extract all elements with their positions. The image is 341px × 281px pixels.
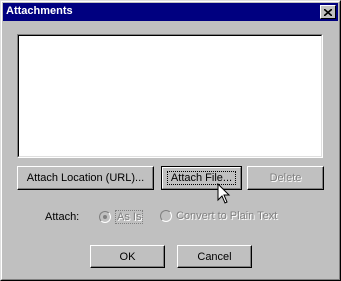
convert-label: Convert to Plain Text bbox=[176, 210, 278, 222]
dialog-title: Attachments bbox=[6, 5, 73, 17]
close-icon bbox=[324, 8, 332, 16]
as-is-label: As Is bbox=[115, 210, 144, 224]
as-is-radio[interactable]: As Is bbox=[99, 210, 144, 224]
convert-radio-circle[interactable] bbox=[160, 210, 172, 222]
radio-selected-dot bbox=[103, 215, 107, 219]
delete-label: Delete bbox=[269, 172, 302, 184]
as-is-radio-circle[interactable] bbox=[99, 211, 111, 223]
ok-label: OK bbox=[119, 250, 136, 263]
attachments-list[interactable] bbox=[17, 34, 323, 158]
cancel-button[interactable]: Cancel bbox=[177, 245, 252, 268]
title-bar[interactable]: Attachments bbox=[3, 3, 338, 21]
mouse-pointer-icon bbox=[217, 183, 231, 204]
close-button[interactable] bbox=[320, 5, 336, 19]
convert-plain-text-radio[interactable]: Convert to Plain Text bbox=[160, 210, 277, 222]
attach-location-label: Attach Location (URL)... bbox=[26, 172, 145, 184]
attachments-list-frame bbox=[18, 35, 322, 157]
delete-button[interactable]: Delete bbox=[247, 166, 324, 190]
attach-option-label: Attach: bbox=[45, 211, 80, 223]
ok-button[interactable]: OK bbox=[90, 245, 165, 268]
cancel-label: Cancel bbox=[197, 250, 232, 263]
attach-location-button[interactable]: Attach Location (URL)... bbox=[17, 166, 154, 190]
attachments-dialog: Attachments Attach Location (URL)... Att… bbox=[0, 0, 341, 281]
